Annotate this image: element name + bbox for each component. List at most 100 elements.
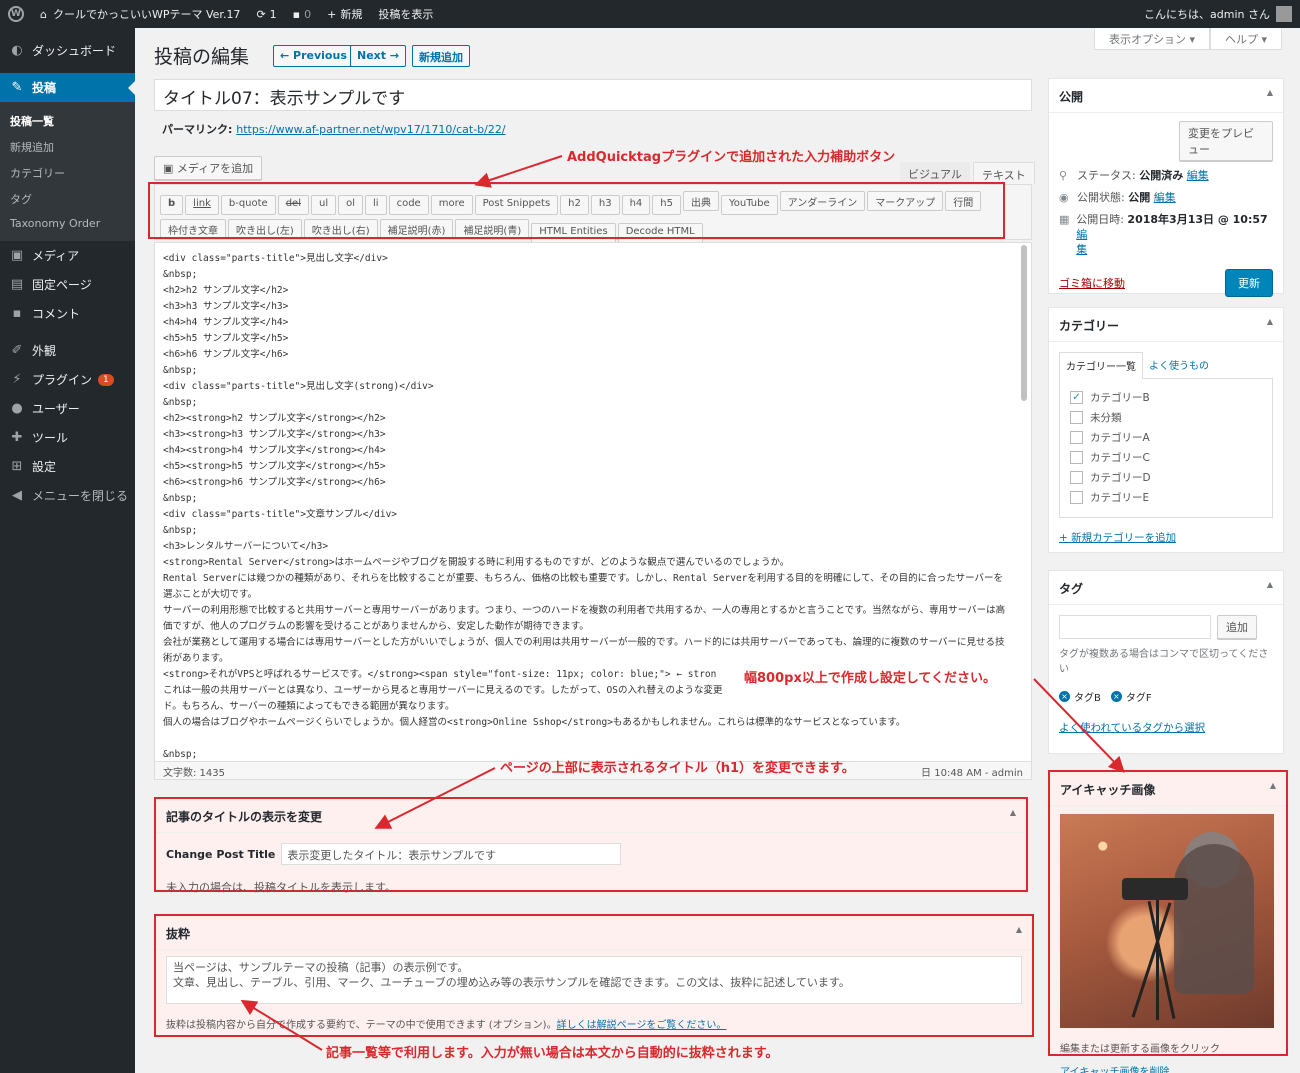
checkbox-icon[interactable] — [1070, 490, 1083, 504]
calendar-icon: ▦ — [1059, 213, 1070, 226]
editor-line: <div class="parts-title">見出し文字(strong)</… — [163, 381, 434, 392]
category-item[interactable]: カテゴリーE — [1070, 487, 1262, 507]
home-icon: ⌂ — [40, 7, 47, 21]
remove-featured-image-link[interactable]: アイキャッチ画像を削除 — [1060, 1063, 1170, 1073]
pin-icon: ⚲ — [1059, 169, 1068, 182]
remove-tag-icon[interactable]: × — [1059, 691, 1070, 702]
sidebar-item-posts[interactable]: ✎ 投稿 — [0, 73, 135, 102]
editor-line: <strong>Rental Server</strong>はホームページやブロ… — [163, 557, 790, 568]
toggle-arrow-icon[interactable]: ▲ — [1016, 925, 1022, 940]
featured-image-header[interactable]: アイキャッチ画像 ▲ — [1050, 772, 1286, 806]
sidebar-item-plugins[interactable]: ⚡ プラグイン 1 — [0, 365, 135, 394]
annotation-excerpt: 記事一覧等で利用します。入力が無い場合は本文から自動的に抜粋されます。 — [326, 1046, 779, 1061]
updates-link[interactable]: ⟳ 1 — [248, 0, 284, 28]
submenu-taxonomy-order[interactable]: Taxonomy Order — [0, 212, 135, 235]
last-edited: 日 10:48 AM - admin — [921, 768, 1023, 779]
move-to-trash-link[interactable]: ゴミ箱に移動 — [1059, 275, 1125, 291]
category-item[interactable]: ✓ カテゴリーB — [1070, 387, 1262, 407]
user-account-menu[interactable]: こんにちは、admin さん — [1136, 0, 1300, 28]
comments-link[interactable]: ▪ 0 — [285, 0, 319, 28]
post-title-input[interactable]: タイトル07：表示サンプルです — [154, 79, 1032, 111]
sidebar-item-dashboard[interactable]: ◐ ダッシュボード — [0, 36, 135, 65]
update-button[interactable]: 更新 — [1225, 269, 1273, 297]
add-tag-button[interactable]: 追加 — [1217, 615, 1257, 639]
category-item[interactable]: カテゴリーA — [1070, 427, 1262, 447]
page-icon: ▤ — [10, 277, 24, 292]
toggle-arrow-icon[interactable]: ▲ — [1267, 317, 1273, 332]
editor-line: <h4>h4 サンプル文字</h4> — [163, 317, 289, 328]
tab-all-categories[interactable]: カテゴリー一覧 — [1059, 352, 1143, 379]
screen-options-button[interactable]: 表示オプション ▾ — [1093, 28, 1210, 50]
annotation-image-width: 幅800px以上で作成し設定してください。 — [742, 667, 999, 686]
sidebar-item-users[interactable]: ● ユーザー — [0, 394, 135, 423]
edit-date-link[interactable]: 編 — [1076, 228, 1087, 241]
word-count: 文字数: 1435 — [163, 768, 225, 779]
editor-line: <h6>h6 サンプル文字</h6> — [163, 349, 289, 360]
submenu-tags[interactable]: タグ — [0, 186, 135, 212]
checkbox-icon[interactable] — [1070, 430, 1083, 444]
tab-text[interactable]: テキスト — [973, 162, 1035, 184]
previous-post-button[interactable]: ← Previous — [273, 45, 354, 67]
submenu-categories[interactable]: カテゴリー — [0, 160, 135, 186]
preview-changes-button[interactable]: 変更をプレビュー — [1179, 121, 1273, 161]
toggle-arrow-icon[interactable]: ▲ — [1267, 580, 1273, 595]
wordpress-logo-icon[interactable]: W — [0, 0, 32, 28]
sidebar-item-media[interactable]: ▣ メディア — [0, 241, 135, 270]
category-header[interactable]: カテゴリー ▲ — [1049, 308, 1283, 342]
next-post-button[interactable]: Next → — [350, 45, 407, 67]
checkbox-checked-icon[interactable]: ✓ — [1070, 390, 1083, 404]
checkbox-icon[interactable] — [1070, 410, 1083, 424]
edit-date-link-wrap[interactable]: 集 — [1076, 243, 1087, 256]
toggle-arrow-icon[interactable]: ▲ — [1270, 781, 1276, 796]
submenu-all-posts[interactable]: 投稿一覧 — [0, 108, 135, 134]
publish-header[interactable]: 公開 ▲ — [1049, 79, 1283, 113]
excerpt-help-link[interactable]: 詳しくは解説ページをご覧ください。 — [557, 1020, 727, 1031]
change-title-header[interactable]: 記事のタイトルの表示を変更 ▲ — [156, 799, 1026, 833]
excerpt-textarea[interactable]: 当ページは、サンプルテーマの投稿（記事）の表示例です。 文章、見出し、テーブル、… — [166, 956, 1022, 1004]
plugin-icon: ⚡ — [12, 372, 22, 387]
sidebar-item-comments[interactable]: ▪ コメント — [0, 299, 135, 328]
sidebar-item-collapse[interactable]: ◀ メニューを閉じる — [0, 481, 135, 510]
annotation-quicktag: AddQuicktagプラグインで追加された入力補助ボタン — [567, 150, 896, 165]
view-post-link[interactable]: 投稿を表示 — [370, 0, 441, 28]
checkbox-icon[interactable] — [1070, 470, 1083, 484]
excerpt-header[interactable]: 抜粋 ▲ — [156, 916, 1032, 950]
quicktag-highlight-box — [148, 182, 1005, 239]
new-content-link[interactable]: + 新規 — [319, 0, 370, 28]
change-title-input[interactable]: 表示変更したタイトル：表示サンプルです — [281, 843, 622, 865]
category-item[interactable]: 未分類 — [1070, 407, 1262, 427]
new-tag-input[interactable] — [1059, 615, 1211, 639]
permalink-url-link[interactable]: https://www.af-partner.net/wpv17/1710/ca… — [236, 123, 505, 136]
add-new-category-link[interactable]: + 新規カテゴリーを追加 — [1059, 530, 1273, 545]
edit-visibility-link[interactable]: 編集 — [1154, 191, 1176, 204]
toggle-arrow-icon[interactable]: ▲ — [1010, 808, 1016, 823]
sidebar-item-pages[interactable]: ▤ 固定ページ — [0, 270, 135, 299]
checkbox-icon[interactable] — [1070, 450, 1083, 464]
plus-icon: + — [327, 7, 337, 21]
edit-status-link[interactable]: 編集 — [1187, 169, 1209, 182]
admin-sidebar: ◐ ダッシュボード ✎ 投稿 投稿一覧 新規追加 カテゴリー タグ Taxonomy… — [0, 28, 135, 1073]
add-new-post-button[interactable]: 新規追加 — [412, 45, 470, 67]
site-name-link[interactable]: ⌂ クールでかっこいいWPテーマ Ver.17 — [32, 0, 248, 28]
tab-popular-categories[interactable]: よく使うもの — [1143, 352, 1215, 379]
category-item[interactable]: カテゴリーC — [1070, 447, 1262, 467]
sidebar-item-settings[interactable]: ⊞ 設定 — [0, 452, 135, 481]
choose-popular-tags-link[interactable]: よく使われているタグから選択 — [1059, 720, 1273, 735]
plugin-update-badge: 1 — [98, 373, 114, 386]
featured-image-photo[interactable] — [1060, 814, 1274, 1028]
tab-visual[interactable]: ビジュアル — [900, 162, 970, 184]
editor-line: <h5>h5 サンプル文字</h5> — [163, 333, 289, 344]
help-button[interactable]: ヘルプ ▾ — [1209, 28, 1282, 50]
editor-scrollbar[interactable] — [1021, 245, 1027, 401]
sidebar-item-appearance[interactable]: ✐ 外観 — [0, 336, 135, 365]
submenu-add-new[interactable]: 新規追加 — [0, 134, 135, 160]
add-media-button[interactable]: ▣ メディアを追加 — [154, 156, 263, 180]
toggle-arrow-icon[interactable]: ▲ — [1267, 88, 1273, 103]
sidebar-item-tools[interactable]: ✚ ツール — [0, 423, 135, 452]
tags-header[interactable]: タグ ▲ — [1049, 571, 1283, 605]
category-item[interactable]: カテゴリーD — [1070, 467, 1262, 487]
pin-icon: ✎ — [11, 80, 23, 95]
remove-tag-icon[interactable]: × — [1110, 691, 1122, 702]
collapse-icon: ◀ — [12, 488, 22, 503]
